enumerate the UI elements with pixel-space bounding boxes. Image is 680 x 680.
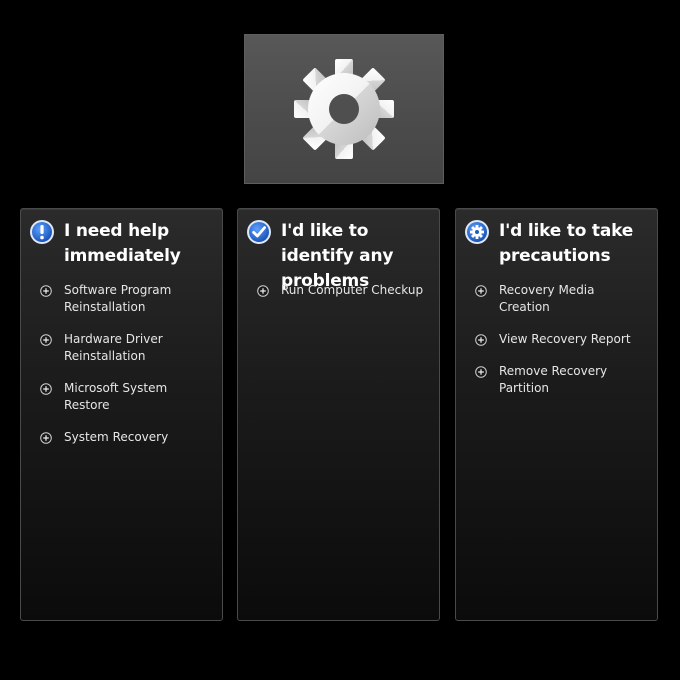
list-item-hardware-driver-reinstallation[interactable]: Hardware Driver Reinstallation (40, 331, 220, 365)
panel-help-immediately: I need help immediately Software Program… (20, 208, 223, 621)
gear-icon (294, 59, 394, 159)
list-item-system-recovery[interactable]: System Recovery (40, 429, 220, 446)
list-item-recovery-media-creation[interactable]: Recovery Media Creation (475, 282, 655, 316)
list-item-run-computer-checkup[interactable]: Run Computer Checkup (257, 282, 437, 299)
list-item-microsoft-system-restore[interactable]: Microsoft System Restore (40, 380, 220, 414)
gear-icon (465, 220, 489, 244)
plus-circle-icon (475, 366, 487, 378)
plus-circle-icon (257, 285, 269, 297)
panel-items: Software Program Reinstallation Hardware… (40, 282, 220, 461)
exclamation-icon (30, 220, 54, 244)
recovery-menu-screen: I need help immediately Software Program… (0, 0, 680, 680)
plus-circle-icon (40, 383, 52, 395)
panel-identify-problems: I'd like to identify any problems Run Co… (237, 208, 440, 621)
panel-items: Recovery Media Creation View Recovery Re… (475, 282, 655, 412)
list-item-view-recovery-report[interactable]: View Recovery Report (475, 331, 655, 348)
plus-circle-icon (40, 334, 52, 346)
list-item-remove-recovery-partition[interactable]: Remove Recovery Partition (475, 363, 655, 397)
panel-header: I need help immediately (29, 219, 224, 269)
list-item-label: Recovery Media Creation (499, 283, 595, 314)
panel-title: I need help immediately (64, 221, 181, 266)
panel-header: I'd like to take precautions (464, 219, 659, 269)
settings-logo-tile (244, 34, 444, 184)
list-item-software-program-reinstallation[interactable]: Software Program Reinstallation (40, 282, 220, 316)
list-item-label: Run Computer Checkup (281, 283, 424, 297)
panel-title: I'd like to take precautions (499, 221, 634, 266)
checkmark-icon (247, 220, 271, 244)
list-item-label: Hardware Driver Reinstallation (64, 332, 163, 363)
list-item-label: Microsoft System Restore (64, 381, 168, 412)
plus-circle-icon (40, 285, 52, 297)
panel-take-precautions: I'd like to take precautions Recovery Me… (455, 208, 658, 621)
plus-circle-icon (40, 432, 52, 444)
list-item-label: Remove Recovery Partition (499, 364, 608, 395)
list-item-label: View Recovery Report (499, 332, 631, 346)
list-item-label: Software Program Reinstallation (64, 283, 172, 314)
list-item-label: System Recovery (64, 430, 169, 444)
panel-items: Run Computer Checkup (257, 282, 437, 314)
plus-circle-icon (475, 334, 487, 346)
plus-circle-icon (475, 285, 487, 297)
